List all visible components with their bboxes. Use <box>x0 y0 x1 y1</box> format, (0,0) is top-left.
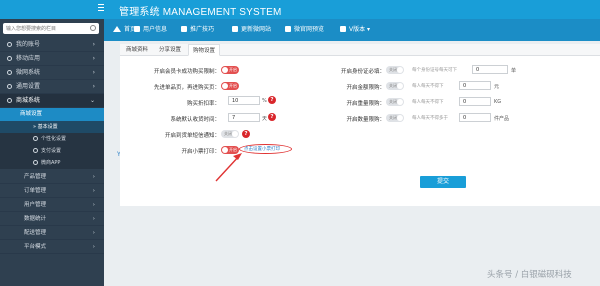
input-weight-limit[interactable]: 0 <box>459 97 491 106</box>
label-amount-limit: 开启金额限购： <box>346 85 385 91</box>
hint-weight-limit: 每人每天不得下 <box>412 100 444 105</box>
hint-amount-limit: 每人每天不得下 <box>412 84 444 89</box>
label-weight-limit: 开启重量限购： <box>346 101 385 107</box>
toggle-weight-limit[interactable]: 关闭 <box>386 98 404 106</box>
hint-id-limit: 每个身份证号每天可下 <box>412 68 457 73</box>
toggle-id-required[interactable]: 关闭 <box>386 66 404 74</box>
unit-weight-limit: KG <box>494 99 502 105</box>
unit-amount-limit: 元 <box>494 84 500 90</box>
label-id-required: 开启身份证必填： <box>340 69 385 75</box>
annotation-arrow-icon <box>215 153 242 182</box>
submit-button[interactable]: 提交 <box>420 176 466 188</box>
hint-qty-limit: 每人每天不得多于 <box>412 116 448 121</box>
input-amount-limit[interactable]: 0 <box>459 81 491 90</box>
label-qty-limit: 开启数量限购： <box>346 117 385 123</box>
unit-id-limit: 单 <box>511 68 517 74</box>
watermark: 头条号 / 白银磁砚科技 <box>487 270 572 280</box>
input-qty-limit[interactable]: 0 <box>459 113 491 122</box>
toggle-amount-limit[interactable]: 关闭 <box>386 82 404 90</box>
input-id-limit[interactable]: 0 <box>472 65 508 74</box>
toggle-qty-limit[interactable]: 关闭 <box>386 114 404 122</box>
unit-qty-limit: 件产品 <box>494 116 510 122</box>
